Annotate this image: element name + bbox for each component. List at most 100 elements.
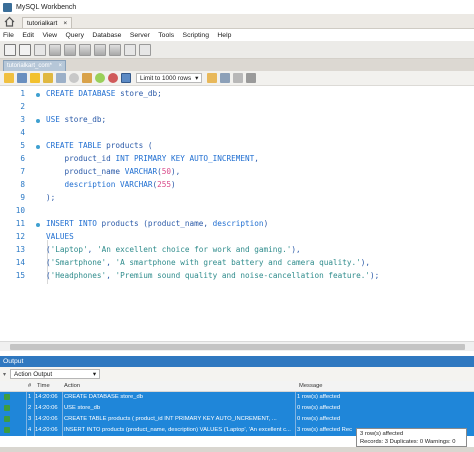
rollback-icon[interactable]	[108, 73, 118, 83]
line-number: 12	[15, 232, 25, 241]
column-divider	[26, 403, 27, 414]
create-view-icon[interactable]	[79, 43, 91, 56]
find-icon[interactable]	[220, 73, 231, 83]
table-row[interactable]: 3 14:20:06 CREATE TABLE products ( product…	[0, 414, 474, 425]
code-line[interactable]: 4	[0, 128, 474, 141]
chevron-down-icon: ▾	[195, 74, 199, 82]
column-divider	[26, 425, 27, 436]
create-schema-icon[interactable]	[49, 43, 61, 56]
row-time: 14:20:06	[35, 404, 58, 411]
explain-icon[interactable]	[56, 73, 66, 83]
line-number: 11	[15, 219, 25, 228]
row-time: 14:20:06	[35, 415, 58, 422]
code-line[interactable]: 2	[0, 102, 474, 115]
code-line[interactable]: 3 USE store_db;	[0, 115, 474, 128]
limit-rows-select[interactable]: Limit to 1000 rows ▾	[136, 73, 203, 83]
editor-horizontal-scrollbar[interactable]	[0, 341, 474, 351]
output-panel-header: Output	[0, 356, 474, 367]
line-number: 3	[20, 115, 25, 124]
menu-database[interactable]: Database	[92, 32, 121, 39]
code-line[interactable]: 7 product_name VARCHAR(50),	[0, 167, 474, 180]
execute-current-icon[interactable]	[43, 73, 53, 83]
success-check-icon	[4, 416, 10, 422]
column-divider	[26, 392, 27, 403]
line-number: 14	[15, 258, 25, 267]
code-line[interactable]: 12 VALUES	[0, 232, 474, 245]
code-line[interactable]: 5 CREATE TABLE products (	[0, 141, 474, 154]
row-message: 0 row(s) affected	[297, 404, 341, 411]
column-divider	[34, 403, 35, 414]
code-line[interactable]: 6 product_id INT PRIMARY KEY AUTO_INCREM…	[0, 154, 474, 167]
connection-tab-tutorialkart[interactable]: tutorialkart ×	[22, 17, 72, 28]
code-text: INSERT INTO products (product_name, desc…	[46, 219, 269, 228]
open-sql-script-icon[interactable]	[19, 43, 31, 56]
menu-tools[interactable]: Tools	[158, 32, 174, 39]
row-time: 14:20:06	[35, 426, 58, 433]
menu-query[interactable]: Query	[65, 32, 84, 39]
stop-icon[interactable]	[69, 73, 79, 83]
code-line[interactable]: 11 INSERT INTO products (product_name, de…	[0, 219, 474, 232]
code-text: product_name VARCHAR(50),	[46, 167, 181, 176]
table-row[interactable]: 2 14:20:06 USE store_db 0 row(s) affected	[0, 403, 474, 414]
beautify-icon[interactable]	[207, 73, 218, 83]
message-tooltip: 3 row(s) affected Records: 3 Duplicates:…	[356, 428, 467, 447]
toggle-error-icon[interactable]	[82, 73, 92, 83]
column-divider	[26, 414, 27, 425]
menu-server[interactable]: Server	[130, 32, 150, 39]
column-divider	[295, 414, 296, 425]
code-text: description VARCHAR(255)	[64, 180, 176, 189]
column-header-time[interactable]: Time	[37, 383, 50, 389]
output-menu-icon[interactable]: ▾	[3, 371, 6, 378]
column-header-action[interactable]: Action	[64, 383, 80, 389]
new-sql-tab-icon[interactable]	[4, 43, 16, 56]
code-line[interactable]: 15 ('Headphones', 'Premium sound quality …	[0, 271, 474, 284]
reconnect-icon[interactable]	[139, 43, 151, 56]
sql-file-tab[interactable]: tutorialkart_com* ×	[3, 60, 66, 71]
open-folder-icon[interactable]	[4, 73, 14, 83]
line-number: 4	[20, 128, 25, 137]
create-procedure-icon[interactable]	[94, 43, 106, 56]
close-icon[interactable]: ×	[58, 63, 62, 69]
sql-editor[interactable]: 1 CREATE DATABASE store_db; 2 3 USE store_db…	[0, 86, 474, 341]
line-number: 5	[20, 141, 25, 150]
row-message: 3 row(s) affected Rec	[297, 426, 352, 433]
inspector-icon[interactable]	[34, 43, 46, 56]
menu-view[interactable]: View	[42, 32, 57, 39]
execute-lightning-icon[interactable]	[30, 73, 40, 83]
column-header-message[interactable]: Message	[299, 383, 323, 389]
create-function-icon[interactable]	[109, 43, 121, 56]
code-line[interactable]: 9);	[0, 193, 474, 206]
table-row[interactable]: 1 14:20:06 CREATE DATABASE store_db 1 row(s…	[0, 392, 474, 403]
sql-file-tab-label: tutorialkart_com*	[7, 63, 53, 69]
window-title: MySQL Workbench	[16, 3, 77, 11]
line-number: 1	[20, 89, 25, 98]
save-icon[interactable]	[17, 73, 27, 83]
sql-file-tab-bar: tutorialkart_com* ×	[0, 59, 474, 71]
code-line[interactable]: 8 description VARCHAR(255)	[0, 180, 474, 193]
code-text: product_id INT PRIMARY KEY AUTO_INCREMEN…	[46, 154, 259, 163]
search-table-data-icon[interactable]	[124, 43, 136, 56]
output-type-dropdown[interactable]: Action Output ▾	[10, 369, 101, 379]
chevron-down-icon: ▾	[92, 370, 97, 378]
code-line[interactable]: 1 CREATE DATABASE store_db;	[0, 89, 474, 102]
row-message: 1 row(s) affected	[297, 393, 341, 400]
line-number: 8	[20, 180, 25, 189]
code-line[interactable]: 14 ('Smartphone', 'A smartphone with grea…	[0, 258, 474, 271]
close-icon[interactable]: ×	[63, 20, 67, 27]
code-line[interactable]: 13 ('Laptop', 'An excellent choice for wo…	[0, 245, 474, 258]
wrap-lines-icon[interactable]	[246, 73, 257, 83]
menu-file[interactable]: File	[3, 32, 14, 39]
autocommit-icon[interactable]	[121, 73, 131, 83]
home-icon[interactable]	[4, 16, 15, 27]
menu-scripting[interactable]: Scripting	[183, 32, 209, 39]
menu-help[interactable]: Help	[217, 32, 231, 39]
column-header-number[interactable]: #	[28, 383, 31, 389]
row-number: 3	[28, 415, 32, 422]
line-number: 9	[20, 193, 25, 202]
invisible-chars-icon[interactable]	[233, 73, 244, 83]
create-table-icon[interactable]	[64, 43, 76, 56]
commit-icon[interactable]	[95, 73, 105, 83]
menu-edit[interactable]: Edit	[22, 32, 34, 39]
code-line[interactable]: 10	[0, 206, 474, 219]
scrollbar-thumb[interactable]	[10, 344, 465, 350]
